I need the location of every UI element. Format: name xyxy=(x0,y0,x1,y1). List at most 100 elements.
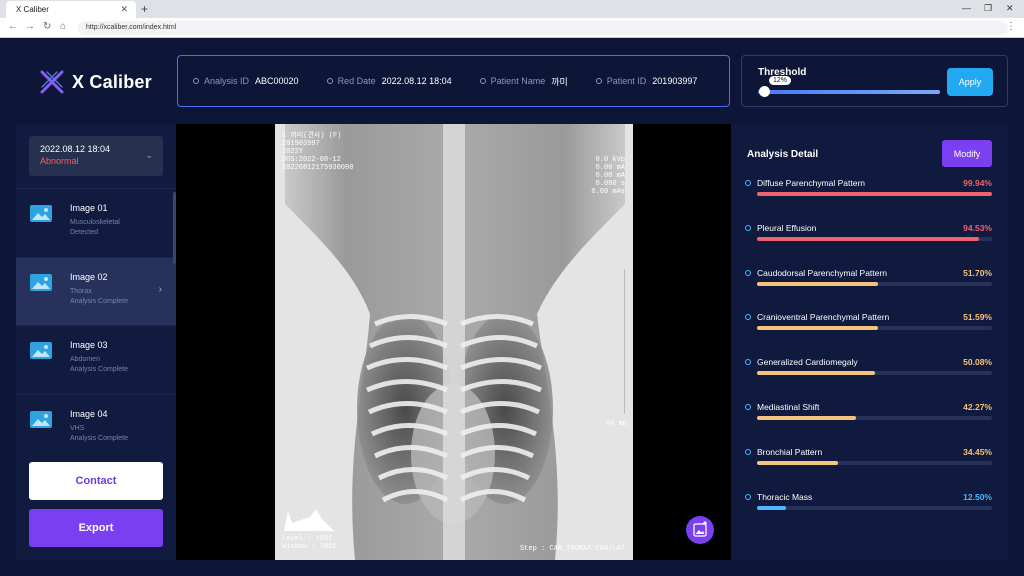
finding-row[interactable]: Mediastinal Shift 42.27% xyxy=(745,402,992,447)
xray-overlay-patient: 1 까미(견사) (F) 201903997 2022Y DOS:2022-08… xyxy=(282,132,353,172)
image-list-item[interactable]: Image 04 VHS Analysis Complete xyxy=(16,393,176,447)
info-value: 201903997 xyxy=(652,76,698,86)
bullet-icon xyxy=(326,78,333,84)
chevron-down-icon: ⌄ xyxy=(145,150,153,160)
bullet-icon xyxy=(745,180,751,186)
home-icon[interactable]: ⌂ xyxy=(60,21,66,32)
url-input[interactable]: http://xcaliber.com/index.html xyxy=(78,21,1008,35)
bullet-icon xyxy=(745,314,751,321)
finding-bar-fill xyxy=(757,192,992,196)
bullet-icon xyxy=(745,224,751,231)
image-list: Image 01 Musculoskeletal Detected Image … xyxy=(16,188,176,446)
image-tool-button[interactable] xyxy=(686,516,714,544)
threshold-value-badge: 12% xyxy=(769,76,792,85)
finding-row[interactable]: Thoracic Mass 12.50% xyxy=(745,492,992,537)
bullet-icon xyxy=(745,493,751,500)
back-icon[interactable]: ← xyxy=(8,21,18,32)
finding-bar-fill xyxy=(757,415,857,420)
bullet-icon xyxy=(745,359,751,366)
finding-name: Bronchial Pattern xyxy=(757,446,823,457)
apply-button[interactable]: Apply xyxy=(947,68,993,96)
image-status: Analysis Complete xyxy=(70,366,128,373)
modify-button[interactable]: Modify xyxy=(942,140,992,167)
finding-bar-fill xyxy=(757,371,875,376)
finding-value: 50.08% xyxy=(963,357,992,368)
contact-button[interactable]: Contact xyxy=(29,462,163,500)
bullet-icon xyxy=(745,403,751,410)
minimize-icon[interactable]: — xyxy=(962,3,971,13)
finding-bar-fill xyxy=(757,505,787,510)
finding-row[interactable]: Cranioventral Parenchymal Pattern 51.59% xyxy=(745,312,992,357)
threshold-panel: Threshold 12% Apply xyxy=(741,55,1008,107)
chevron-right-icon: › xyxy=(158,283,162,295)
restore-icon[interactable]: ❐ xyxy=(984,3,992,14)
bullet-icon xyxy=(479,78,486,84)
image-title: Image 01 xyxy=(70,203,108,213)
new-tab-icon[interactable]: + xyxy=(141,2,148,16)
image-region: Musculoskeletal xyxy=(70,219,120,226)
forward-icon[interactable]: → xyxy=(25,21,35,32)
overlay-text: 0.000 s xyxy=(595,180,625,188)
finding-row[interactable]: Pleural Effusion 94.53% xyxy=(745,223,992,268)
xray-image[interactable] xyxy=(275,124,633,560)
image-region: Abdomen xyxy=(70,356,100,363)
finding-name: Caudodorsal Parenchymal Pattern xyxy=(757,267,887,278)
finding-value: 99.94% xyxy=(963,178,992,188)
finding-bar-track xyxy=(757,192,992,196)
image-list-item-selected[interactable]: Image 02 Thorax Analysis Complete › xyxy=(16,256,176,325)
study-date-dropdown[interactable]: 2022.08.12 18:04 Abnormal ⌄ xyxy=(29,136,163,176)
tab-close-icon[interactable]: ✕ xyxy=(120,4,128,15)
finding-bar-fill xyxy=(757,281,879,286)
finding-row[interactable]: Diffuse Parenchymal Pattern 99.94% xyxy=(745,178,992,223)
info-value: 2022.08.12 18:04 xyxy=(381,76,452,86)
xray-viewer[interactable]: 1 까미(견사) (F) 201903997 2022Y DOS:2022-08… xyxy=(176,124,731,560)
info-label: Patient Name xyxy=(490,76,546,86)
info-value: 까미 xyxy=(551,76,568,87)
scale-label: 94 mm xyxy=(605,420,627,428)
overlay-text: 2022Y xyxy=(282,148,304,156)
image-list-item[interactable]: Image 03 Abdomen Analysis Complete xyxy=(16,325,176,394)
bullet-icon xyxy=(595,78,602,84)
finding-value: 34.45% xyxy=(963,446,992,457)
image-list-item[interactable]: Image 01 Musculoskeletal Detected xyxy=(16,188,176,257)
info-red-date: Red Date 2022.08.12 18:04 xyxy=(326,76,452,86)
step-info: Step : CAN_THORAX CAN/LAT xyxy=(519,545,625,553)
info-label: Red Date xyxy=(337,76,376,86)
finding-value: 42.27% xyxy=(963,401,992,412)
threshold-slider-handle[interactable] xyxy=(759,86,770,97)
threshold-slider-track[interactable] xyxy=(758,90,940,94)
level-text: Level : 1991 xyxy=(282,535,333,543)
overlay-text: 0.00 mAs xyxy=(591,188,625,196)
image-region: VHS xyxy=(70,424,85,432)
image-region: Thorax xyxy=(70,287,92,295)
overlay-text: 0.0 kVp xyxy=(595,156,625,164)
browser-menu-icon[interactable]: ⋮ xyxy=(1006,21,1016,32)
image-icon xyxy=(30,410,52,428)
finding-value: 94.53% xyxy=(963,222,992,233)
reload-icon[interactable]: ↻ xyxy=(43,21,51,32)
finding-bar-fill xyxy=(757,326,879,331)
finding-row[interactable]: Caudodorsal Parenchymal Pattern 51.70% xyxy=(745,268,992,313)
finding-bar-track xyxy=(757,326,992,331)
bullet-icon xyxy=(745,269,751,276)
app-root: X Caliber Analysis ID ABC00020 Red Date … xyxy=(0,38,1024,576)
window-close-icon[interactable]: ✕ xyxy=(1006,3,1014,14)
finding-row[interactable]: Bronchial Pattern 34.45% xyxy=(745,447,992,492)
study-date: 2022.08.12 18:04 xyxy=(40,144,111,154)
address-bar: ← → ↻ ⌂ http://xcaliber.com/index.html ⋮ xyxy=(0,18,1024,38)
image-title: Image 04 xyxy=(70,408,108,419)
export-button[interactable]: Export xyxy=(29,509,163,547)
finding-value: 12.50% xyxy=(963,491,992,502)
image-title: Image 02 xyxy=(70,271,108,282)
logo: X Caliber xyxy=(38,68,152,96)
window-level-info: Level : 1991 Window : 3851 xyxy=(282,535,337,551)
info-analysis-id: Analysis ID ABC00020 xyxy=(193,76,299,86)
finding-row[interactable]: Generalized Cardiomegaly 50.08% xyxy=(745,357,992,402)
browser-tab[interactable]: X Caliber ✕ xyxy=(6,1,136,18)
image-status: Analysis Complete xyxy=(70,297,128,305)
finding-bar-track xyxy=(757,281,992,286)
image-status: Detected xyxy=(70,229,99,236)
image-status: Analysis Complete xyxy=(70,434,128,442)
bullet-icon xyxy=(193,78,199,84)
overlay-text: 20220812175930000 xyxy=(282,164,354,172)
